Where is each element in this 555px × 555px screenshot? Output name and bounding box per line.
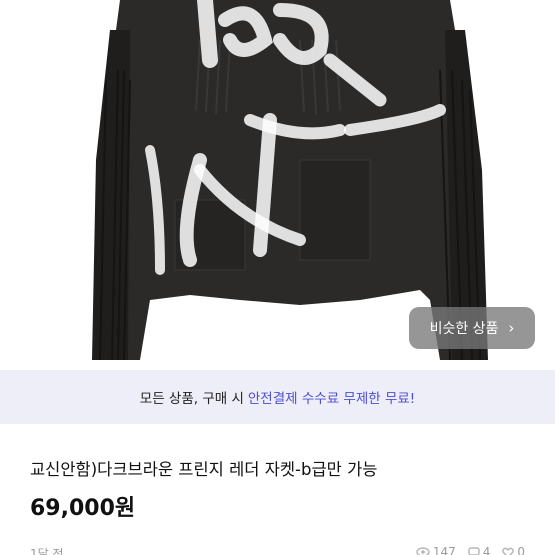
safe-payment-promo-banner[interactable]: 모든 상품, 구매 시 안전결제 수수료 무제한 무료! (0, 370, 555, 424)
product-title: 교신안함)다크브라운 프린지 레더 자켓-b급만 가능 (30, 460, 378, 479)
promo-prefix: 모든 상품, 구매 시 (139, 391, 244, 407)
likes-count: 0 (517, 545, 525, 555)
eye-icon (416, 547, 430, 555)
chats-count: 4 (482, 545, 491, 555)
likes-stat: 0 (502, 545, 525, 555)
posted-time: 1달 전 (30, 547, 64, 555)
views-count: 147 (432, 545, 456, 555)
similar-products-label: 비슷한 상품 (429, 321, 499, 337)
views-stat: 147 (416, 545, 456, 555)
product-photo[interactable]: 비슷한 상품 › (0, 0, 555, 370)
product-stats: 147 4 0 (416, 545, 525, 555)
product-price: 69,000원 (30, 496, 136, 521)
promo-highlight: 안전결제 수수료 무제한 무료! (247, 391, 416, 407)
heart-icon (502, 547, 515, 555)
similar-products-button[interactable]: 비슷한 상품 › (409, 307, 535, 349)
chevron-right-icon: › (508, 318, 515, 337)
chat-bubble-icon (468, 546, 480, 555)
chats-stat: 4 (468, 545, 491, 555)
